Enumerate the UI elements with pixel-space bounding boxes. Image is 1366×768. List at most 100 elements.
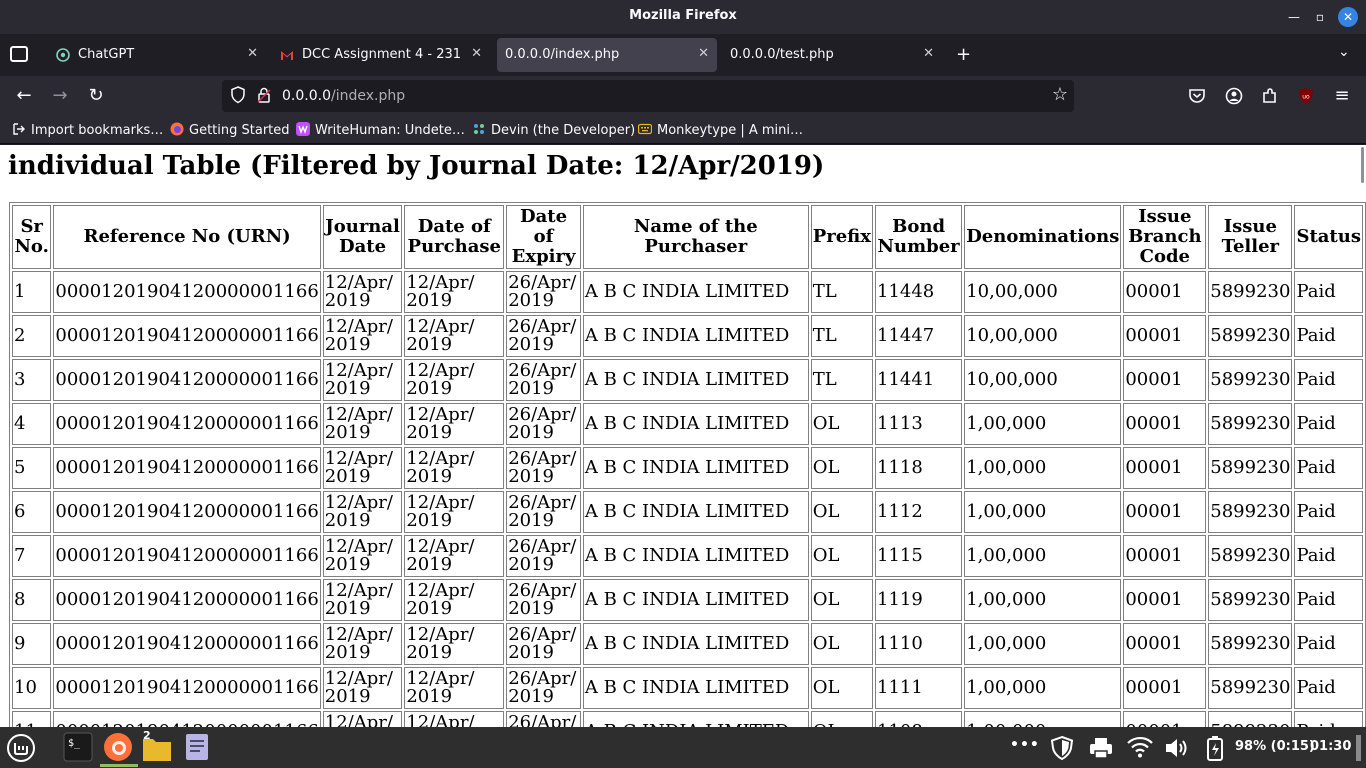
- wifi-icon[interactable]: [1126, 735, 1154, 759]
- cell-date-of-purchase: 12/Apr/ 2019: [404, 447, 505, 489]
- pocket-icon[interactable]: [1188, 87, 1206, 105]
- close-tab-icon[interactable]: ✕: [698, 46, 709, 61]
- tab-chatgpt[interactable]: ChatGPT ✕: [48, 38, 266, 72]
- cell-reference-no: 00001201904120000001166: [53, 403, 321, 445]
- tracking-protection-icon[interactable]: [230, 86, 246, 104]
- bookmark-devin[interactable]: Devin (the Developer): [472, 122, 635, 138]
- firefox-view-icon[interactable]: [10, 46, 28, 62]
- clock[interactable]: 01:30: [1310, 739, 1351, 754]
- cell-journal-date: 12/Apr/ 2019: [322, 623, 403, 665]
- close-tab-icon[interactable]: ✕: [247, 46, 258, 61]
- page-content: individual Table (Filtered by Journal Da…: [0, 145, 1366, 727]
- cell-purchaser-name: A B C INDIA LIMITED: [582, 403, 809, 445]
- page-title: individual Table (Filtered by Journal Da…: [8, 151, 825, 181]
- cell-sr-no: 5: [12, 447, 52, 489]
- navigation-toolbar: ← → ↻ 0.0.0.0/index.php ☆ uo ≡: [0, 76, 1366, 116]
- cell-journal-date: 12/Apr/ 2019: [322, 315, 403, 357]
- close-window-button[interactable]: ✕: [1338, 7, 1358, 27]
- table-row: 10 00001201904120000001166 12/Apr/ 2019 12/…: [12, 667, 1363, 709]
- shield-icon[interactable]: [1049, 735, 1075, 761]
- cell-bond-number: 1118: [875, 447, 963, 489]
- maximize-button[interactable]: ▫: [1310, 7, 1330, 27]
- volume-icon[interactable]: [1164, 736, 1190, 760]
- battery-icon[interactable]: [1204, 734, 1228, 762]
- url-path: /index.php: [330, 88, 406, 104]
- table-row: 9 00001201904120000001166 12/Apr/ 2019 12/A…: [12, 623, 1363, 665]
- bookmark-writehuman[interactable]: WriteHuman: Undete…: [296, 122, 465, 138]
- cell-journal-date: 12/Apr/ 2019: [322, 711, 403, 727]
- cell-sr-no: 10: [12, 667, 52, 709]
- gmail-icon: [281, 51, 293, 60]
- printer-icon[interactable]: [1088, 736, 1114, 760]
- column-header: Date of Expiry: [506, 205, 581, 269]
- cell-date-of-purchase: 12/Apr/ 2019: [404, 315, 505, 357]
- more-tray-icon[interactable]: •••: [1010, 737, 1040, 753]
- table-row: 8 00001201904120000001166 12/Apr/ 2019 12/A…: [12, 579, 1363, 621]
- cell-prefix: TL: [810, 271, 873, 313]
- tab-dcc-assignment[interactable]: DCC Assignment 4 - 231102 ✕: [272, 38, 490, 72]
- table-row: 2 00001201904120000001166 12/Apr/ 2019 12/A…: [12, 315, 1363, 357]
- cell-date-of-purchase: 12/Apr/ 2019: [404, 491, 505, 533]
- tab-test-php[interactable]: 0.0.0.0/test.php ✕: [722, 38, 942, 72]
- app-menu-button[interactable]: ≡: [1330, 84, 1354, 108]
- forward-button[interactable]: →: [48, 84, 72, 108]
- list-all-tabs-button[interactable]: ⌄: [1338, 44, 1350, 60]
- cell-date-of-purchase: 12/Apr/ 2019: [404, 711, 505, 727]
- table-row: 3 00001201904120000001166 12/Apr/ 2019 12/A…: [12, 359, 1363, 401]
- close-tab-icon[interactable]: ✕: [471, 46, 482, 61]
- reload-button[interactable]: ↻: [84, 84, 108, 108]
- mint-menu-icon[interactable]: [6, 733, 36, 763]
- bookmark-label: Import bookmarks…: [31, 123, 164, 138]
- cell-denomination: 1,00,000: [964, 491, 1122, 533]
- taskbar-files[interactable]: 2: [139, 729, 177, 767]
- extensions-icon[interactable]: [1261, 87, 1279, 105]
- bookmark-monkeytype[interactable]: Monkeytype | A mini…: [638, 122, 803, 138]
- cell-sr-no: 4: [12, 403, 52, 445]
- cell-purchaser-name: A B C INDIA LIMITED: [582, 623, 809, 665]
- url-text[interactable]: 0.0.0.0/index.php: [282, 88, 405, 104]
- show-desktop-button[interactable]: [1356, 735, 1361, 761]
- address-bar[interactable]: 0.0.0.0/index.php ☆: [222, 80, 1074, 112]
- firefox-icon: [170, 122, 184, 136]
- cell-journal-date: 12/Apr/ 2019: [322, 535, 403, 577]
- cell-prefix: OL: [810, 491, 873, 533]
- new-tab-button[interactable]: +: [956, 44, 971, 65]
- bookmarks-toolbar: Import bookmarks… Getting Started WriteH…: [0, 116, 1366, 144]
- taskbar-terminal[interactable]: $_: [60, 729, 98, 767]
- column-header: Issue Branch Code: [1123, 205, 1207, 269]
- ublock-origin-icon[interactable]: uo: [1297, 87, 1315, 105]
- cell-branch-code: 00001: [1123, 403, 1207, 445]
- cell-date-of-expiry: 26/Apr/ 2019: [506, 579, 581, 621]
- table-row: 110000120190412000000116612/Apr/ 201912/…: [12, 711, 1363, 727]
- column-header: Issue Teller: [1208, 205, 1293, 269]
- bookmark-star-icon[interactable]: ☆: [1052, 84, 1068, 105]
- back-button[interactable]: ←: [12, 84, 36, 108]
- page-scrollbar[interactable]: [1361, 147, 1364, 183]
- tab-label: 0.0.0.0/test.php: [730, 47, 834, 62]
- cell-issue-teller: 5899230: [1208, 359, 1293, 401]
- tab-index-php[interactable]: 0.0.0.0/index.php ✕: [497, 38, 717, 72]
- svg-text:$_: $_: [68, 738, 81, 749]
- battery-status[interactable]: 98% (0:15): [1235, 739, 1315, 754]
- cell-date-of-expiry: 26/Apr/ 2019: [506, 359, 581, 401]
- cell-journal-date: 12/Apr/ 2019: [322, 359, 403, 401]
- cell-status: Paid: [1294, 359, 1363, 401]
- table-header-row: Sr No. Reference No (URN) Journal Date D…: [12, 205, 1363, 269]
- cell-reference-no: 00001201904120000001166: [53, 711, 321, 727]
- bookmark-getting-started[interactable]: Getting Started: [170, 122, 290, 138]
- cell-date-of-purchase: 12/Apr/ 2019: [404, 359, 505, 401]
- insecure-lock-icon[interactable]: [256, 86, 272, 104]
- cell-denomination: 1,00,000: [964, 535, 1122, 577]
- bookmark-import[interactable]: Import bookmarks…: [12, 122, 163, 138]
- table-row: 5 00001201904120000001166 12/Apr/ 2019 12/A…: [12, 447, 1363, 489]
- minimize-button[interactable]: —: [1284, 7, 1304, 27]
- close-tab-icon[interactable]: ✕: [923, 46, 934, 61]
- cell-issue-teller: 5899230: [1208, 711, 1293, 727]
- account-icon[interactable]: [1225, 87, 1243, 105]
- cell-bond-number: 1119: [875, 579, 963, 621]
- cell-reference-no: 00001201904120000001166: [53, 271, 321, 313]
- cell-date-of-expiry: 26/Apr/ 2019: [506, 447, 581, 489]
- taskbar-firefox[interactable]: [100, 729, 138, 767]
- cell-sr-no: 6: [12, 491, 52, 533]
- taskbar-text-editor[interactable]: [179, 729, 217, 767]
